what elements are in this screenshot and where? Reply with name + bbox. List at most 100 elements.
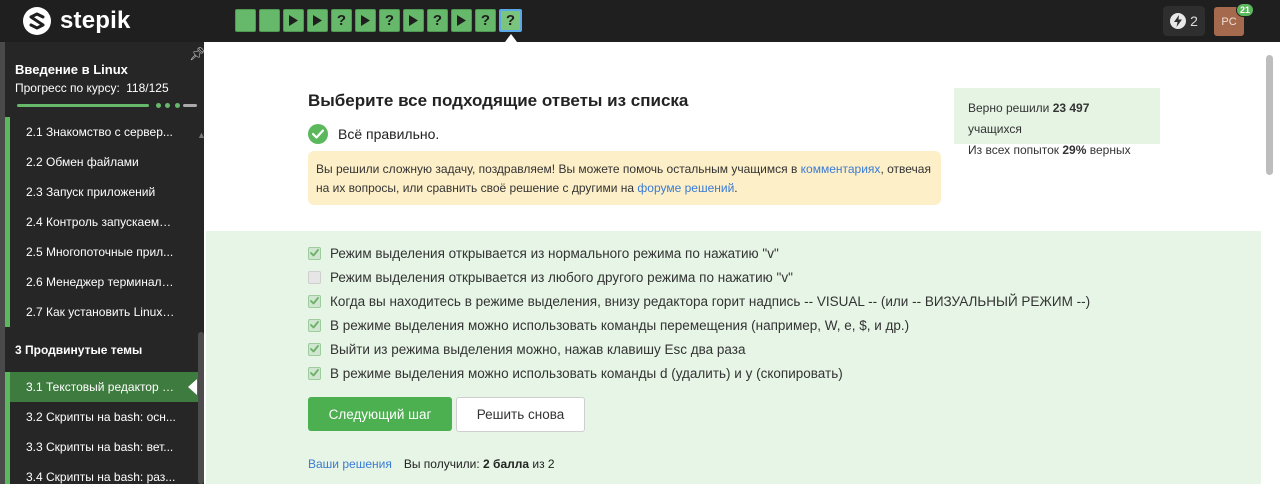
page-scrollbar[interactable] [1266, 55, 1273, 175]
quiz-icon: ? [432, 12, 443, 29]
step-quiz-current[interactable]: ? [499, 9, 522, 32]
section-title[interactable]: 3 Продвинутые темы [15, 343, 142, 357]
sidebar-lesson-label: 2.7 Как установить Linux: ... [26, 305, 176, 319]
your-solutions-link[interactable]: Ваши решения [308, 457, 392, 471]
notification-badge[interactable]: 21 [1236, 3, 1255, 17]
step-theory[interactable] [235, 9, 256, 32]
lesson-complete-bar [5, 147, 10, 177]
step-video[interactable] [403, 9, 424, 32]
pin-icon[interactable]: 📌︎ [189, 46, 206, 62]
step-quiz[interactable]: ? [379, 9, 400, 32]
check-circle-icon [308, 124, 328, 144]
sidebar-lesson-active[interactable]: 3.1 Текстовый редактор v... [5, 372, 198, 402]
checkmark-icon [310, 345, 319, 353]
sidebar-lesson[interactable]: 3.3 Скрипты на bash: вет... [5, 432, 198, 462]
progress-dot [156, 103, 161, 108]
play-icon [313, 15, 322, 26]
sidebar-lesson[interactable]: 2.4 Контроль запускаемы... [5, 207, 198, 237]
sidebar-lesson[interactable]: 2.2 Обмен файлами [5, 147, 198, 177]
scroll-up-icon[interactable]: ▲ [197, 130, 206, 140]
answer-option[interactable]: Когда вы находитесь в режиме выделения, … [308, 291, 1090, 311]
stepik-logo-icon [23, 7, 51, 35]
lesson-complete-bar [5, 267, 10, 297]
result-status: Всё правильно. [308, 124, 439, 144]
progress-bar [17, 103, 197, 108]
checkbox-checked[interactable] [308, 294, 321, 308]
answer-option-text: Режим выделения открывается из любого др… [330, 269, 793, 285]
checkbox-checked[interactable] [308, 318, 321, 332]
step-video[interactable] [355, 9, 376, 32]
step-quiz[interactable]: ? [331, 9, 352, 32]
progress-value: 118/125 [126, 81, 169, 95]
sidebar-lesson[interactable]: 2.5 Многопоточные прил... [5, 237, 198, 267]
solve-again-button[interactable]: Решить снова [456, 397, 585, 432]
quiz-icon: ? [505, 12, 516, 29]
progress-label: Прогресс по курсу: [15, 81, 120, 95]
stats-solved-count: 23 497 [1052, 101, 1090, 115]
checkbox-checked[interactable] [308, 366, 321, 380]
congrats-hint: Вы решили сложную задачу, поздравляем! В… [308, 151, 941, 205]
stats-solved-line: Верно решили 23 497 учащихся [968, 98, 1146, 140]
sidebar-lesson[interactable]: 2.3 Запуск приложений [5, 177, 198, 207]
progress-dot [175, 103, 180, 108]
lesson-complete-bar [5, 372, 10, 402]
lesson-complete-bar [5, 402, 10, 432]
checkbox-checked[interactable] [308, 246, 321, 260]
sidebar-lesson[interactable]: 2.1 Знакомство с сервер... [5, 117, 198, 147]
step-video[interactable] [283, 9, 304, 32]
sidebar-lesson-label: 3.4 Скрипты на bash: раз... [26, 470, 176, 484]
sidebar-lesson-label: 2.5 Многопоточные прил... [26, 245, 174, 259]
solutions-forum-link[interactable]: форуме решений [637, 181, 734, 195]
step-video[interactable] [451, 9, 472, 32]
answer-option-text: В режиме выделения можно использовать ко… [330, 365, 843, 381]
checkmark-icon [310, 297, 319, 305]
answer-option[interactable]: Выйти из режима выделения можно, нажав к… [308, 339, 745, 359]
lesson-complete-bar [5, 237, 10, 267]
lesson-complete-bar [5, 177, 10, 207]
hint-text-1: Вы решили сложную задачу, поздравляем! В… [316, 162, 801, 176]
top-bar: stepik ????? 2 PC 21 [0, 0, 1280, 42]
comments-link[interactable]: комментариях [801, 162, 881, 176]
step-quiz[interactable]: ? [475, 9, 496, 32]
progress-dot [165, 103, 170, 108]
sidebar-scrollbar[interactable] [198, 332, 204, 484]
lesson-complete-bar [5, 297, 10, 327]
answer-option[interactable]: Режим выделения открывается из любого др… [308, 267, 793, 287]
quiz-icon: ? [384, 12, 395, 29]
stats-attempts-percent: 29% [1062, 143, 1087, 157]
sidebar-lesson-label: 2.4 Контроль запускаемы... [26, 215, 176, 229]
answer-option[interactable]: В режиме выделения можно использовать ко… [308, 363, 843, 383]
checkbox-unchecked[interactable] [308, 270, 321, 284]
sidebar-lesson[interactable]: 3.2 Скрипты на bash: осн... [5, 402, 198, 432]
score-prefix: Вы получили: [403, 457, 484, 471]
score-row: Ваши решения Вы получили: 2 балла из 2 [308, 457, 555, 471]
energy-widget[interactable]: 2 [1163, 6, 1205, 36]
answer-option[interactable]: Режим выделения открывается из нормально… [308, 243, 779, 263]
answer-option-text: В режиме выделения можно использовать ко… [330, 317, 910, 333]
checkmark-icon [310, 249, 319, 257]
lesson-complete-bar [5, 432, 10, 462]
active-lesson-pointer [188, 379, 197, 395]
sidebar-lesson[interactable]: 2.7 Как установить Linux: ... [5, 297, 198, 327]
lesson-complete-bar [5, 117, 10, 147]
step-theory[interactable] [259, 9, 280, 32]
course-title[interactable]: Введение в Linux [15, 62, 128, 77]
checkbox-checked[interactable] [308, 342, 321, 356]
play-icon [361, 15, 370, 26]
play-icon [409, 15, 418, 26]
answer-option[interactable]: В режиме выделения можно использовать ко… [308, 315, 909, 335]
question-title: Выберите все подходящие ответы из списка [308, 91, 689, 110]
stepik-logo[interactable]: stepik [22, 6, 131, 36]
score-suffix: из 2 [529, 457, 555, 471]
step-video[interactable] [307, 9, 328, 32]
sidebar-lesson[interactable]: 2.6 Менеджер терминало... [5, 267, 198, 297]
progress-remaining [183, 104, 197, 107]
current-step-caret [505, 34, 517, 42]
lesson-complete-bar [5, 462, 10, 484]
stats-solved-prefix: Верно решили [968, 101, 1053, 115]
answer-option-text: Режим выделения открывается из нормально… [330, 245, 779, 261]
next-step-button[interactable]: Следующий шаг [308, 397, 452, 431]
step-quiz[interactable]: ? [427, 9, 448, 32]
sidebar-lesson[interactable]: 3.4 Скрипты на bash: раз... [5, 462, 198, 484]
checkmark-icon [310, 369, 319, 377]
